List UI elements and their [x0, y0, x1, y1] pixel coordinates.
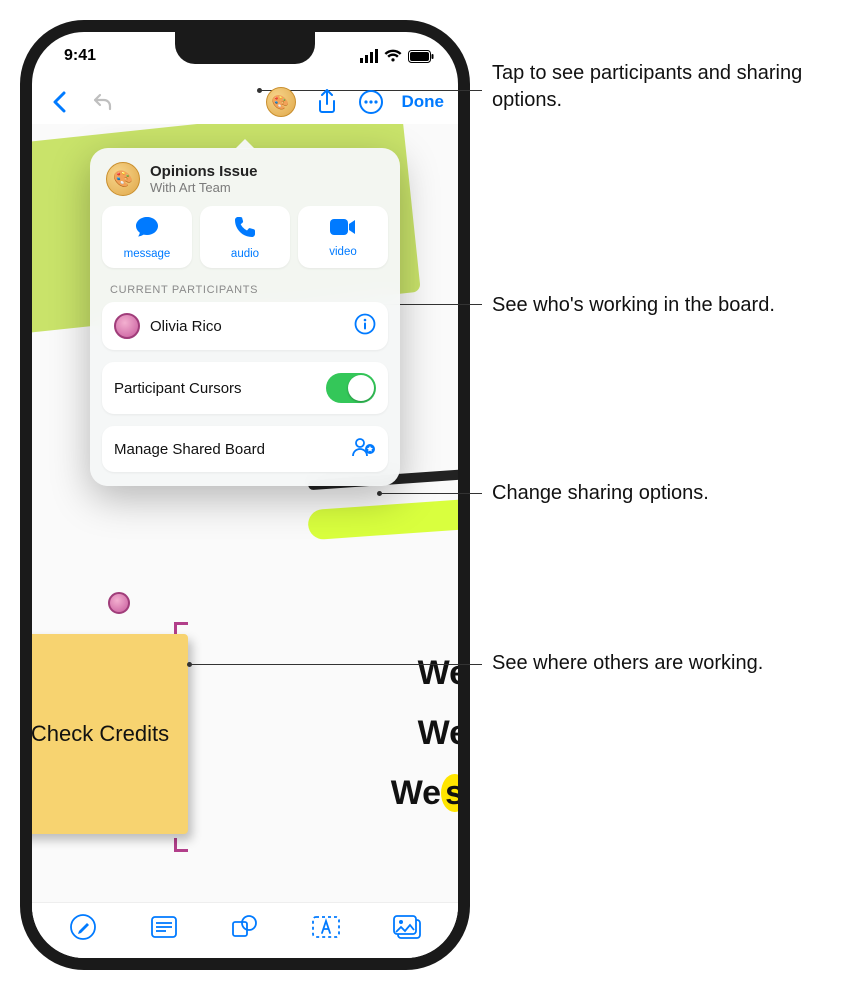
freeform-canvas[interactable]: We We Wes Check Credits 🎨 Opinions Issue…: [32, 124, 458, 958]
callout-text: Tap to see participants and sharing opti…: [492, 60, 822, 114]
wifi-icon: [384, 49, 402, 63]
back-icon[interactable]: [46, 89, 72, 115]
phone-icon: [233, 215, 257, 245]
participant-name: Olivia Rico: [150, 318, 222, 335]
collaborate-button[interactable]: 🎨: [266, 87, 296, 117]
notch: [175, 32, 315, 64]
nav-bar: 🎨 Done: [32, 80, 458, 124]
status-time: 9:41: [64, 47, 96, 65]
pen-tool-icon[interactable]: [67, 911, 99, 943]
sticky-text: Check Credits: [32, 721, 169, 747]
collaboration-settings-icon: [352, 437, 376, 461]
participant-row[interactable]: Olivia Rico: [102, 302, 388, 350]
audio-button[interactable]: audio: [200, 206, 290, 268]
callout-leader: [190, 664, 482, 665]
share-icon[interactable]: [314, 89, 340, 115]
video-icon: [329, 217, 357, 243]
board-avatar-icon: 🎨: [106, 162, 140, 196]
message-button[interactable]: message: [102, 206, 192, 268]
canvas-text: We: [418, 714, 458, 753]
canvas-highlight: [307, 498, 458, 540]
video-button[interactable]: video: [298, 206, 388, 268]
sticky-note[interactable]: Check Credits: [32, 634, 188, 834]
popover-subtitle: With Art Team: [150, 180, 258, 195]
sticky-tool-icon[interactable]: [148, 911, 180, 943]
iphone-frame: 9:41 🎨: [20, 20, 470, 970]
cursor-toggle-label: Participant Cursors: [114, 380, 242, 397]
shapes-tool-icon[interactable]: [229, 911, 261, 943]
collaboration-popover: 🎨 Opinions Issue With Art Team message: [90, 148, 400, 486]
canvas-text: We: [418, 654, 458, 693]
done-button[interactable]: Done: [402, 92, 445, 112]
callout-text: See who's working in the board.: [492, 292, 775, 319]
cellular-icon: [360, 49, 378, 63]
participant-cursors-row: Participant Cursors: [102, 362, 388, 414]
participant-cursors-toggle[interactable]: [326, 373, 376, 403]
callout-leader: [380, 493, 482, 494]
callout-text: Change sharing options.: [492, 480, 709, 507]
message-icon: [134, 215, 160, 245]
popover-title: Opinions Issue: [150, 163, 258, 180]
remote-participant-cursor: [108, 592, 130, 614]
callout-text: See where others are working.: [492, 650, 763, 677]
text-tool-icon[interactable]: [310, 911, 342, 943]
media-tool-icon[interactable]: [391, 911, 423, 943]
battery-icon: [408, 50, 434, 63]
participants-section-label: CURRENT PARTICIPANTS: [102, 282, 388, 302]
more-icon[interactable]: [358, 89, 384, 115]
manage-label: Manage Shared Board: [114, 441, 265, 458]
canvas-text: Wes: [391, 774, 458, 813]
selection-handle[interactable]: [174, 838, 188, 852]
participant-avatar-icon: [114, 313, 140, 339]
manage-shared-board-row[interactable]: Manage Shared Board: [102, 426, 388, 472]
info-icon[interactable]: [354, 313, 376, 339]
bottom-toolbar: [32, 902, 458, 958]
undo-icon[interactable]: [90, 89, 116, 115]
